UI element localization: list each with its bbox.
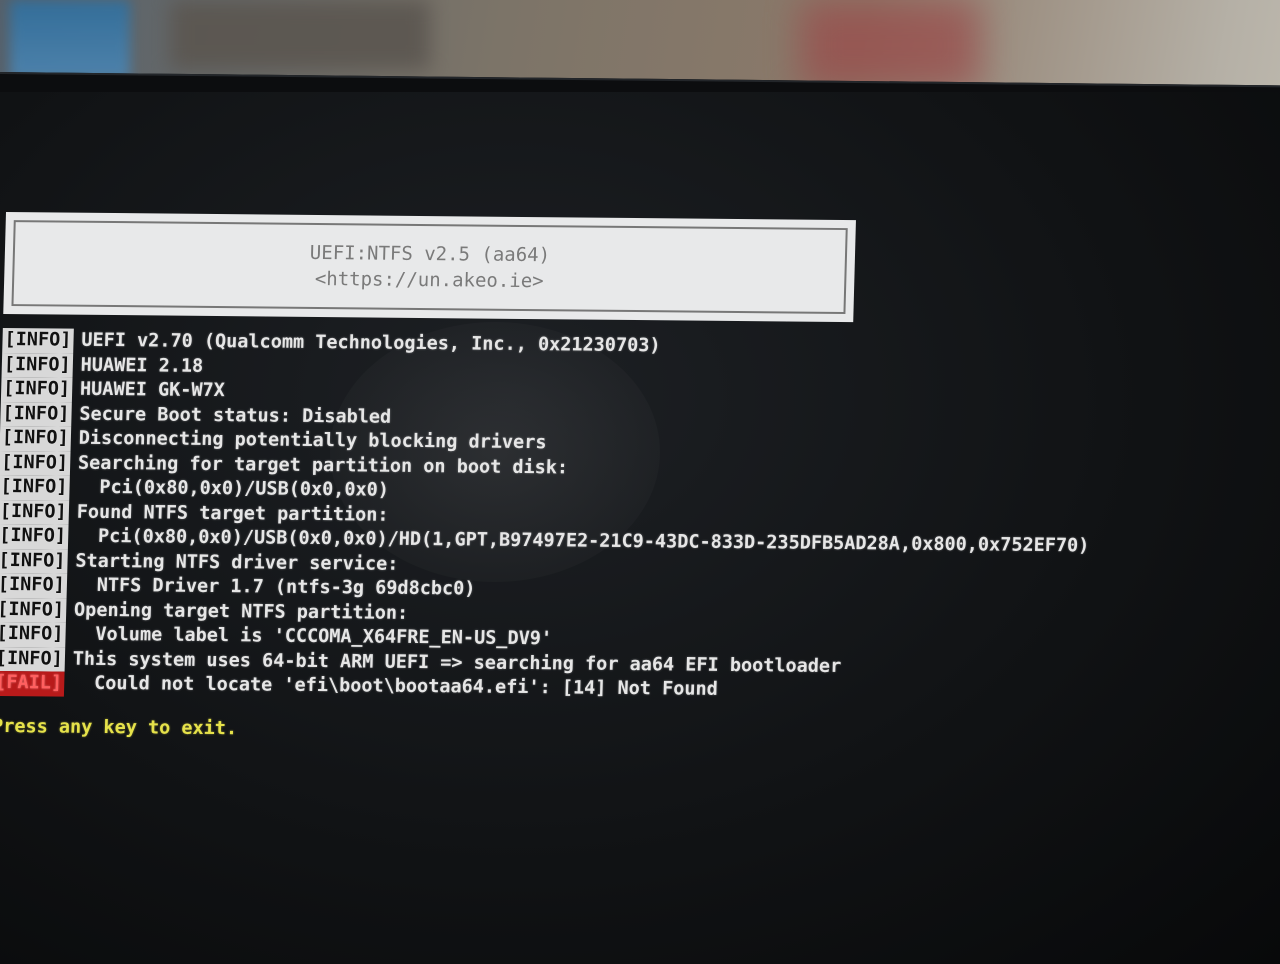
log-text: Starting NTFS driver service:: [75, 550, 399, 575]
log-text: Pci(0x80,0x0)/USB(0x0,0x0): [99, 476, 390, 501]
info-tag: [INFO]: [0, 646, 66, 672]
log-text: HUAWEI GK-W7X: [79, 378, 226, 402]
log-text: Opening target NTFS partition:: [73, 599, 409, 624]
info-tag: [INFO]: [0, 474, 70, 501]
info-tag: [INFO]: [0, 425, 72, 452]
banner-title: UEFI:NTFS v2.5 (aa64): [309, 241, 551, 267]
log-text: Secure Boot status: Disabled: [79, 403, 392, 428]
info-tag: [INFO]: [0, 401, 72, 427]
uefi-banner: UEFI:NTFS v2.5 (aa64) <https://un.akeo.i…: [3, 212, 856, 323]
background-red-object: [800, 0, 980, 90]
info-tag: [INFO]: [0, 523, 69, 550]
info-tag: [INFO]: [0, 572, 68, 599]
info-tag: [INFO]: [1, 352, 74, 378]
log-text: HUAWEI 2.18: [80, 354, 204, 377]
info-tag: [INFO]: [0, 621, 66, 648]
info-tag: [INFO]: [2, 327, 74, 354]
info-tag: [INFO]: [0, 548, 68, 574]
log-text: Found NTFS target partition:: [76, 501, 389, 526]
uefi-console: UEFI:NTFS v2.5 (aa64) <https://un.akeo.i…: [0, 212, 1106, 747]
banner-url: <https://un.akeo.ie>: [314, 267, 544, 293]
boot-log: [INFO] UEFI v2.70 (Qualcomm Technologies,…: [0, 327, 1103, 706]
info-tag: [INFO]: [0, 597, 67, 623]
info-tag: [INFO]: [0, 376, 73, 403]
photo-scene: UEFI:NTFS v2.5 (aa64) <https://un.akeo.i…: [0, 0, 1280, 964]
uefi-banner-frame: UEFI:NTFS v2.5 (aa64) <https://un.akeo.i…: [11, 220, 848, 315]
info-tag: [INFO]: [0, 450, 71, 476]
log-text: Could not locate 'efi\boot\bootaa64.efi'…: [93, 672, 719, 700]
fail-tag: [FAIL]: [0, 670, 65, 697]
info-tag: [INFO]: [0, 499, 70, 525]
background-dark-object: [170, 0, 430, 70]
background-blue-object: [10, 0, 130, 80]
